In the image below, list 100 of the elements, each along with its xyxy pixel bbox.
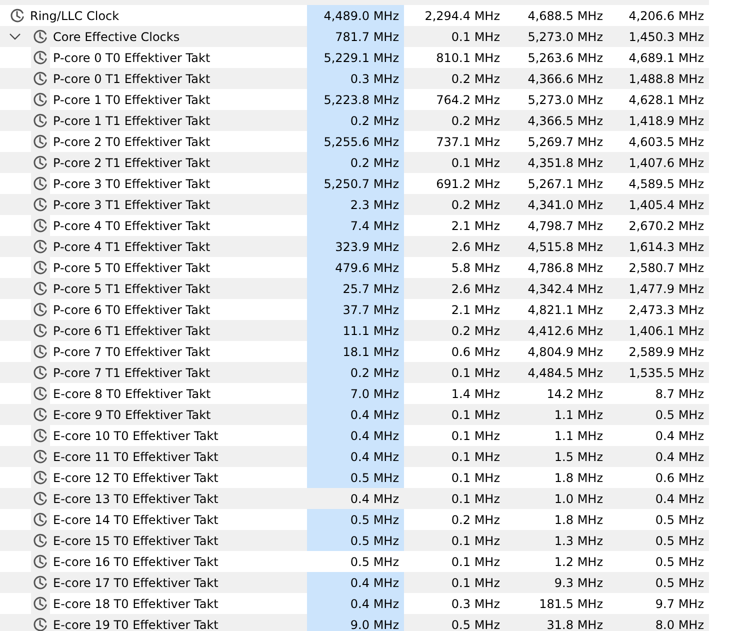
sensor-label: P-core 7 T0 Effektiver Takt xyxy=(53,344,210,358)
sensor-label: E-core 17 T0 Effektiver Takt xyxy=(53,576,218,590)
value-cell-text: 1,450.3 MHz xyxy=(628,28,705,46)
value-cell-text: 2,580.7 MHz xyxy=(628,260,705,276)
value-cell-text: 4,351.8 MHz xyxy=(526,154,604,172)
value-cell-text: 4,341.0 MHz xyxy=(526,196,604,214)
sensor-label: P-core 7 T1 Effektiver Takt xyxy=(53,366,210,380)
value-cell: 7.4 MHz xyxy=(307,215,404,236)
value-cell-text: 5,263.6 MHz xyxy=(526,50,604,66)
value-cell-text: 0.6 MHz xyxy=(654,470,705,486)
value-cell-text: 1,535.5 MHz xyxy=(628,364,705,382)
value-cell: 25.7 MHz xyxy=(307,278,404,299)
value-cell-text: 4,342.4 MHz xyxy=(526,280,604,298)
value-cell: 0.4 MHz xyxy=(307,446,404,467)
value-cell-text: 2,589.9 MHz xyxy=(628,344,705,360)
value-cell-text: 1.2 MHz xyxy=(553,554,604,570)
value-cell: 5,229.1 MHz xyxy=(307,47,404,68)
sensor-label: P-core 0 T0 Effektiver Takt xyxy=(53,50,210,64)
value-cell-text: 0.5 MHz xyxy=(654,406,705,424)
value-cell: 0.5 MHz xyxy=(307,530,404,551)
value-cell-text: 737.1 MHz xyxy=(435,134,501,150)
value-cell-text: 810.1 MHz xyxy=(435,50,501,66)
value-cell-text: 0.1 MHz xyxy=(450,470,501,486)
value-cell-text: 1.1 MHz xyxy=(553,428,604,444)
sensor-label: E-core 18 T0 Effektiver Takt xyxy=(53,596,218,610)
sensor-label: Core Effective Clocks xyxy=(53,30,180,44)
value-cell: 9.0 MHz xyxy=(307,614,404,631)
sensor-label: E-core 8 T0 Effektiver Takt xyxy=(53,386,211,400)
value-cell-text: 1.8 MHz xyxy=(553,512,604,528)
value-cell-text: 1,407.6 MHz xyxy=(628,154,705,172)
sensor-label: Ring/LLC Clock xyxy=(30,8,120,22)
value-cell: 781.7 MHz xyxy=(307,26,404,47)
sensor-label: E-core 9 T0 Effektiver Takt xyxy=(53,408,211,422)
sensor-label: P-core 1 T0 Effektiver Takt xyxy=(53,92,210,106)
value-cell-text: 4,206.6 MHz xyxy=(628,8,705,24)
value-cell: 11.1 MHz xyxy=(307,320,404,341)
value-cell-text: 0.1 MHz xyxy=(450,154,501,172)
value-cell: 0.2 MHz xyxy=(307,362,404,383)
value-cell-text: 4,366.6 MHz xyxy=(526,70,604,88)
value-cell-text: 0.5 MHz xyxy=(654,554,705,570)
value-cell-text: 4,589.5 MHz xyxy=(628,176,705,192)
value-cell: 4,489.0 MHz xyxy=(307,5,404,26)
value-cell-text: 0.1 MHz xyxy=(450,406,501,424)
value-cell-text: 5,269.7 MHz xyxy=(526,134,604,150)
value-cell: 5,223.8 MHz xyxy=(307,89,404,110)
value-cell-text: 5.8 MHz xyxy=(450,260,501,276)
value-cell-text: 0.1 MHz xyxy=(450,28,501,46)
value-cell-text: 14.2 MHz xyxy=(546,386,604,402)
value-cell-text: 0.4 MHz xyxy=(654,428,705,444)
value-cell-text: 0.5 MHz xyxy=(654,532,705,550)
value-cell-text: 0.2 MHz xyxy=(450,512,501,528)
sensor-label: E-core 14 T0 Effektiver Takt xyxy=(53,512,218,526)
value-cell-text: 0.2 MHz xyxy=(450,112,501,130)
value-cell-text: 5,267.1 MHz xyxy=(526,176,604,192)
value-cell-text: 2,294.4 MHz xyxy=(424,8,501,24)
value-cell-text: 4,484.5 MHz xyxy=(526,364,604,382)
value-cell-text: 2.6 MHz xyxy=(450,238,501,256)
value-cell-text: 31.8 MHz xyxy=(546,616,604,631)
value-cell-text: 1.1 MHz xyxy=(553,406,604,424)
value-cell-text: 1,477.9 MHz xyxy=(628,280,705,298)
sensor-label: P-core 6 T1 Effektiver Takt xyxy=(53,324,210,338)
sensor-label: E-core 15 T0 Effektiver Takt xyxy=(53,534,218,548)
value-cell-text: 0.6 MHz xyxy=(450,344,501,360)
value-cell-text: 9.7 MHz xyxy=(654,596,705,612)
value-cell: 323.9 MHz xyxy=(307,236,404,257)
value-cell-text: 4,798.7 MHz xyxy=(526,218,604,234)
value-cell-text: 4,688.5 MHz xyxy=(526,8,604,24)
value-cell-text: 691.2 MHz xyxy=(435,176,501,192)
value-cell-text: 0.2 MHz xyxy=(450,196,501,214)
value-cell-text: 0.2 MHz xyxy=(450,322,501,340)
value-cell: 5,250.7 MHz xyxy=(307,173,404,194)
sensor-label: E-core 19 T0 Effektiver Takt xyxy=(53,618,218,631)
value-cell: 0.4 MHz xyxy=(307,593,404,614)
sensor-label: E-core 11 T0 Effektiver Takt xyxy=(53,450,218,464)
sensor-label: P-core 2 T1 Effektiver Takt xyxy=(53,156,210,170)
value-cell-text: 8.0 MHz xyxy=(654,616,705,631)
value-cell-text: 8.7 MHz xyxy=(654,386,705,402)
value-cell-text: 0.3 MHz xyxy=(450,596,501,612)
sensor-label: P-core 6 T0 Effektiver Takt xyxy=(53,302,210,316)
value-cell: 479.6 MHz xyxy=(307,257,404,278)
value-cell-text: 0.1 MHz xyxy=(450,574,501,592)
value-cell-text: 2,473.3 MHz xyxy=(628,302,705,318)
sensor-label: P-core 0 T1 Effektiver Takt xyxy=(53,72,210,86)
value-cell-text: 0.5 MHz xyxy=(654,574,705,592)
value-cell: 0.5 MHz xyxy=(307,509,404,530)
value-cell: 0.2 MHz xyxy=(307,110,404,131)
value-cell: 2.3 MHz xyxy=(307,194,404,215)
sensor-label: P-core 5 T0 Effektiver Takt xyxy=(53,260,210,274)
value-cell-text: 1.5 MHz xyxy=(553,448,604,466)
value-cell: 37.7 MHz xyxy=(307,299,404,320)
value-cell-text: 4,786.8 MHz xyxy=(526,260,604,276)
value-cell-text: 1,418.9 MHz xyxy=(628,112,705,130)
value-cell-text: 0.5 MHz xyxy=(654,512,705,528)
value-cell-text: 1,488.8 MHz xyxy=(628,70,705,88)
value-cell-text: 0.1 MHz xyxy=(450,490,501,508)
sensor-label: P-core 4 T0 Effektiver Takt xyxy=(53,218,210,232)
sensor-label: P-core 3 T1 Effektiver Takt xyxy=(53,198,210,212)
sensor-label: E-core 16 T0 Effektiver Takt xyxy=(53,554,218,568)
value-cell-text: 4,821.1 MHz xyxy=(526,302,604,318)
value-cell-text: 0.1 MHz xyxy=(450,364,501,382)
